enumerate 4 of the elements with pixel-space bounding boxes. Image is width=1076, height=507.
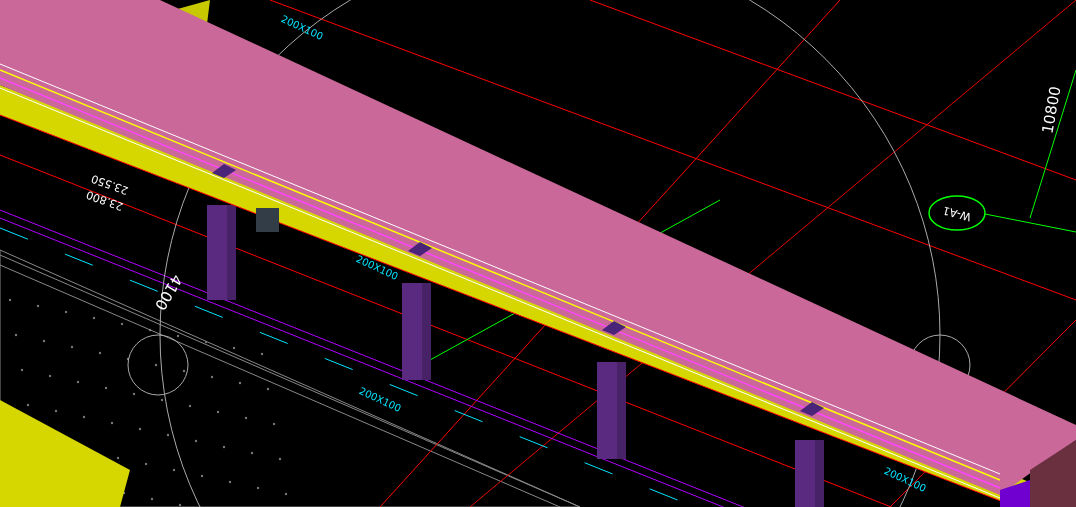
axis-label: W-A1 — [941, 203, 973, 224]
column-drawing — [795, 440, 824, 507]
axis-bubble — [928, 195, 986, 231]
dimension-label: 10800 — [1038, 84, 1065, 135]
